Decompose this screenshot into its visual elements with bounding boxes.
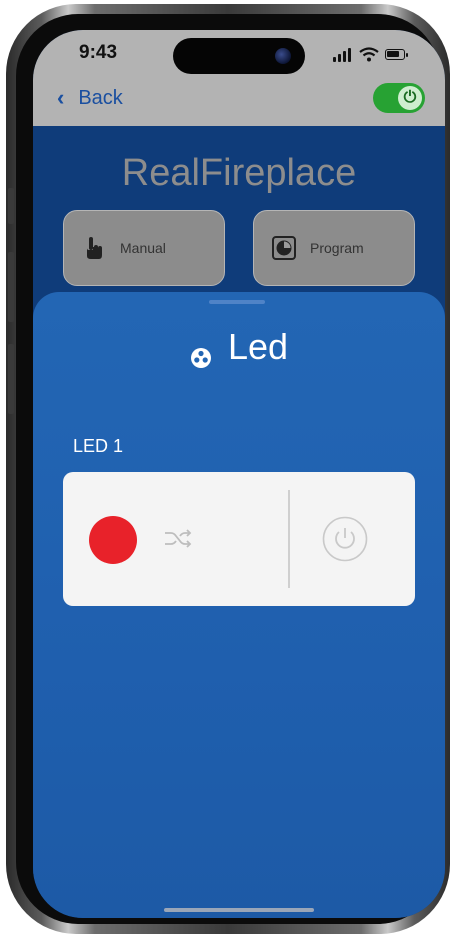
shuffle-icon[interactable] xyxy=(163,526,193,550)
power-icon[interactable] xyxy=(322,516,368,562)
home-indicator[interactable] xyxy=(164,908,314,912)
app-title: RealFireplace xyxy=(121,152,357,194)
led-sheet: Led LED 1 xyxy=(33,292,445,918)
app-header: RealFireplace Manual Program xyxy=(33,126,445,296)
wifi-icon xyxy=(359,47,379,62)
volume-down-button xyxy=(8,344,14,414)
system-power-toggle[interactable]: ⏻ xyxy=(373,83,425,113)
hand-pointer-icon xyxy=(82,236,106,260)
camera-icon xyxy=(275,48,291,64)
chevron-left-icon: ‹ xyxy=(57,85,65,110)
status-icons xyxy=(333,46,413,64)
mute-switch xyxy=(8,188,14,224)
manual-button[interactable]: Manual xyxy=(63,210,225,286)
volume-up-button xyxy=(8,252,14,322)
manual-button-label: Manual xyxy=(120,240,166,256)
dynamic-island xyxy=(173,38,305,74)
top-bar: 9:43 ‹ Back ⏻ xyxy=(33,30,445,126)
card-divider xyxy=(288,490,290,588)
phone-screen: 9:43 ‹ Back ⏻ RealFireplace Manual Progr… xyxy=(33,30,445,918)
sheet-grabber[interactable] xyxy=(209,300,265,304)
led-bulb-icon xyxy=(190,336,212,368)
sheet-title-text: Led xyxy=(227,326,289,367)
status-time: 9:43 xyxy=(79,42,118,63)
sheet-title: Led xyxy=(33,326,445,368)
program-button-label: Program xyxy=(310,240,364,256)
led-color-button[interactable] xyxy=(89,516,137,564)
back-label: Back xyxy=(78,86,123,109)
clock-icon xyxy=(272,236,296,260)
back-button[interactable]: ‹ Back xyxy=(57,85,123,111)
led-card xyxy=(63,472,415,606)
program-button[interactable]: Program xyxy=(253,210,415,286)
led-label: LED 1 xyxy=(73,436,124,456)
signal-icon xyxy=(333,46,353,64)
power-icon: ⏻ xyxy=(398,86,422,110)
